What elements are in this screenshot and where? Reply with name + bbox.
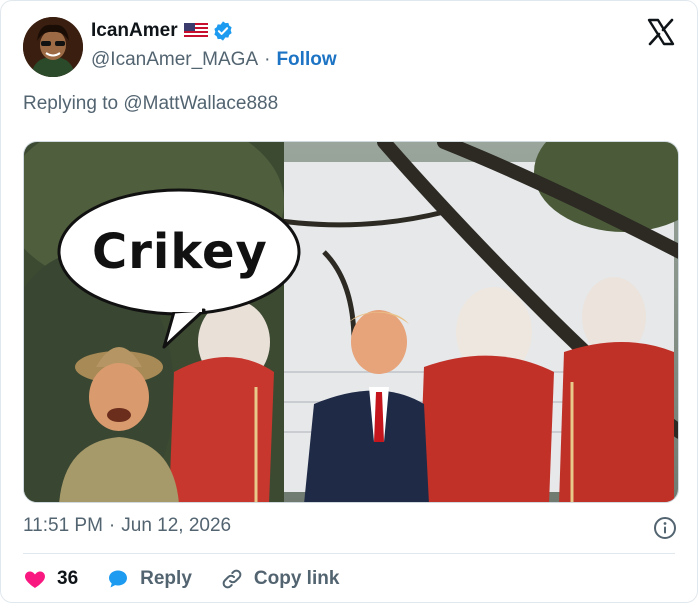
link-icon — [222, 569, 242, 589]
us-flag-icon — [183, 23, 208, 39]
follow-button[interactable]: Follow — [276, 49, 336, 71]
timestamp-separator: · — [108, 515, 116, 536]
tweet-media-image[interactable]: Crikey — [23, 141, 679, 503]
handle-row: @IcanAmer_MAGA · Follow — [91, 49, 337, 71]
copy-link-label: Copy link — [253, 568, 340, 589]
timestamp[interactable]: 11:51 PM · Jun 12, 2026 — [23, 515, 231, 537]
reply-context[interactable]: Replying to @MattWallace888 — [23, 93, 278, 115]
heart-icon — [25, 571, 45, 588]
info-icon[interactable] — [653, 516, 677, 540]
display-name-text[interactable]: IcanAmer — [91, 20, 178, 42]
display-name[interactable]: IcanAmer — [91, 20, 234, 42]
reply-label: Reply — [140, 568, 192, 589]
speech-bubble-text: Crikey — [92, 224, 268, 280]
speech-bubble-icon — [109, 570, 128, 588]
like-count: 36 — [57, 568, 79, 589]
tweet-date[interactable]: Jun 12, 2026 — [121, 515, 231, 537]
like-button[interactable]: 36 — [23, 567, 78, 591]
separator-dot: · — [264, 49, 271, 70]
reply-button[interactable]: Reply — [106, 567, 192, 591]
tweet-time[interactable]: 11:51 PM — [23, 515, 103, 537]
copy-link-button[interactable]: Copy link — [220, 567, 340, 591]
tweet-card: IcanAmer @IcanAmer_MAGA · Follow Replyin… — [0, 0, 698, 603]
verified-badge-icon — [213, 21, 232, 41]
divider — [23, 553, 675, 554]
x-logo-icon[interactable] — [646, 17, 676, 47]
handle[interactable]: @IcanAmer_MAGA — [91, 49, 258, 71]
avatar[interactable] — [23, 17, 83, 77]
action-bar: 36 Reply Copy link — [23, 565, 367, 593]
